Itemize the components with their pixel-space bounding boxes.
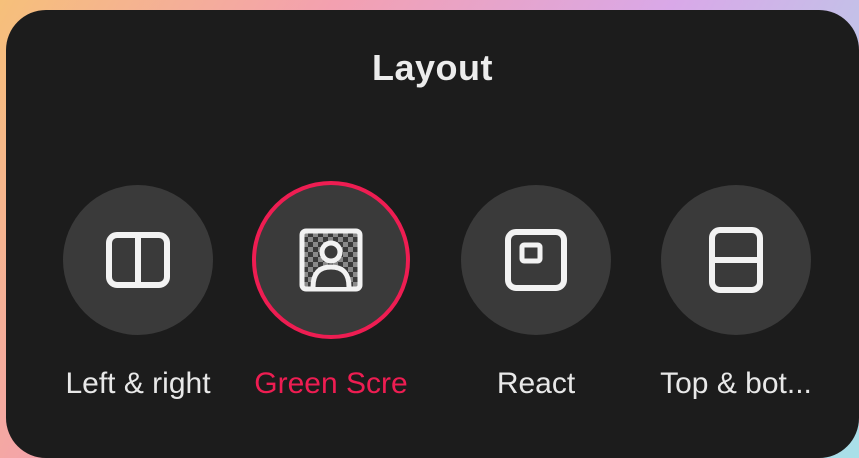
layout-option-green-screen[interactable]: Green Scre (241, 181, 421, 415)
option-circle[interactable] (661, 185, 811, 335)
panel-title: Layout (371, 47, 493, 88)
layout-option-react[interactable]: React (446, 185, 626, 415)
option-label-selected: Green Scre (254, 367, 408, 400)
option-label: Left & right (65, 367, 211, 400)
option-label: Top & bot... (660, 367, 812, 400)
green-screen-icon (298, 227, 364, 293)
option-label: React (496, 367, 576, 400)
layout-option-left-right[interactable]: Left & right (48, 185, 228, 415)
layout-panel: Layout Left & right Green Scre React Top… (6, 10, 859, 458)
react-icon (505, 229, 567, 291)
split-horizontal-icon (709, 227, 763, 293)
option-circle-selected[interactable] (252, 181, 410, 339)
split-vertical-icon (106, 232, 170, 288)
option-circle[interactable] (63, 185, 213, 335)
option-circle[interactable] (461, 185, 611, 335)
layout-option-top-bottom[interactable]: Top & bot... (646, 185, 826, 415)
